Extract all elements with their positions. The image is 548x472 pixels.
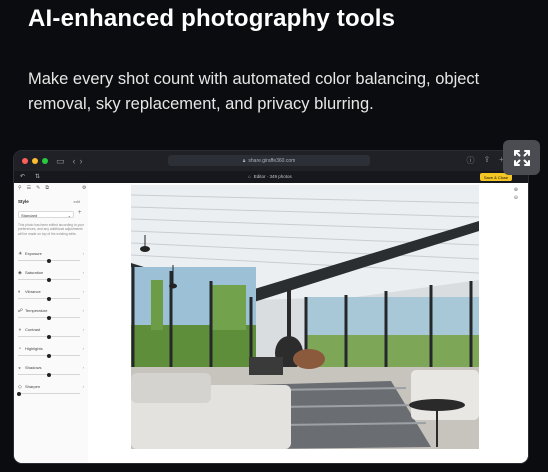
style-edit-link[interactable]: edit xyxy=(74,199,80,204)
highlight-icon: ◔ xyxy=(18,346,22,352)
browser-titlebar: ▭ ‹ › 🔒︎ share.giraffe360.com ⓘ ⇪ + ❐ xyxy=(14,151,528,171)
contrast-icon: ◑ xyxy=(18,327,22,333)
chevron-right-icon[interactable]: › xyxy=(83,270,84,275)
adjustment-row: ☍ Temperature › xyxy=(18,308,84,322)
home-icon: ⌂ xyxy=(248,174,251,179)
interior-photo-illustration xyxy=(131,185,479,449)
app-toolbar: ↶ ⇅ ⌂ Editor · 349 photos Save & Close xyxy=(14,171,528,183)
sliders-tool-icon[interactable]: ☰ xyxy=(27,185,31,191)
redo-icon[interactable]: ⇅ xyxy=(35,173,40,180)
chevron-right-icon[interactable]: › xyxy=(83,365,84,370)
interior-photo[interactable] xyxy=(131,185,479,449)
adjustment-label: Highlights xyxy=(25,346,43,351)
browser-window: ▭ ‹ › 🔒︎ share.giraffe360.com ⓘ ⇪ + ❐ ↶ … xyxy=(14,151,528,463)
adjustment-label: Shadows xyxy=(25,365,42,370)
pointer-tool-icon[interactable]: ⚲ xyxy=(18,185,22,191)
subtitle: Make every shot count with automated col… xyxy=(28,70,480,113)
chevron-right-icon[interactable]: › xyxy=(83,289,84,294)
editor-title: Editor · 349 photos xyxy=(253,174,292,179)
sun-icon: ☀ xyxy=(18,251,23,257)
gear-icon[interactable]: ⚙ xyxy=(82,185,86,191)
back-icon[interactable]: ‹ xyxy=(73,156,76,166)
app-content: ⚲ ☰ ✎ ⧉ ⚙ Style edit Standard ⌄ + This p… xyxy=(14,183,528,463)
copy-tool-icon[interactable]: ⧉ xyxy=(45,185,49,191)
adjustments-sidebar: ⚲ ☰ ✎ ⧉ ⚙ Style edit Standard ⌄ + This p… xyxy=(14,183,89,463)
adjustment-row: ◒ Shadows › xyxy=(18,365,84,379)
forward-icon[interactable]: › xyxy=(80,156,83,166)
chevron-right-icon[interactable]: › xyxy=(83,327,84,332)
photo-canvas: ⊕ ⊖ xyxy=(88,183,528,463)
chevron-right-icon[interactable]: › xyxy=(83,384,84,389)
adjustment-slider-knob[interactable] xyxy=(47,258,51,263)
adjustment-label: Temperature xyxy=(25,308,48,313)
address-bar-url: share.giraffe360.com xyxy=(248,157,296,164)
headline: AI-enhanced photography tools xyxy=(28,5,396,32)
sidebar-toggle-icon[interactable]: ▭ xyxy=(56,156,65,167)
undo-icon[interactable]: ↶ xyxy=(20,173,25,180)
adjustment-slider-knob[interactable] xyxy=(47,296,51,301)
add-preset-icon[interactable]: + xyxy=(78,210,82,216)
adjustment-row: ◇ Sharpen › xyxy=(17,384,84,398)
brush-tool-icon[interactable]: ✎ xyxy=(36,185,40,191)
chevron-down-icon: ⌄ xyxy=(67,212,71,218)
droplet-icon: ◈ xyxy=(18,270,22,276)
adjustment-label: Contrast xyxy=(25,327,41,332)
adjustment-row: ◈ Saturation › xyxy=(18,270,84,284)
chevron-right-icon[interactable]: › xyxy=(83,346,84,351)
adjustment-slider-knob[interactable] xyxy=(47,334,51,339)
adjustment-row: ◑ Contrast › xyxy=(18,327,84,341)
lock-icon: 🔒︎ xyxy=(242,157,246,164)
adjustment-row: ☀ Exposure › xyxy=(18,251,84,265)
adjustment-slider-track[interactable] xyxy=(18,393,80,394)
adjustment-label: Saturation xyxy=(25,270,44,275)
info-icon[interactable]: ⓘ xyxy=(466,155,474,166)
chevron-right-icon[interactable]: › xyxy=(83,308,84,313)
sharpen-icon: ◇ xyxy=(18,384,22,390)
adjustment-slider-knob[interactable] xyxy=(47,372,51,377)
share-icon[interactable]: ⇪ xyxy=(483,155,490,166)
thermometer-icon: ☍ xyxy=(18,308,24,314)
chevron-right-icon[interactable]: › xyxy=(83,251,84,256)
zoom-in-icon[interactable]: ⊕ xyxy=(514,187,518,193)
address-bar[interactable]: 🔒︎ share.giraffe360.com xyxy=(168,155,370,166)
preset-select-value: Standard xyxy=(21,213,38,218)
shadow-icon: ◒ xyxy=(18,365,22,371)
maximize-window-button[interactable] xyxy=(42,158,48,164)
adjustment-row: ◐ Vibrance › xyxy=(18,289,84,303)
style-description: This photo has been edited according to … xyxy=(18,223,84,236)
adjustment-row: ◔ Highlights › xyxy=(18,346,84,360)
expand-icon xyxy=(513,149,530,166)
close-window-button[interactable] xyxy=(22,158,28,164)
adjustment-slider-knob[interactable] xyxy=(47,315,51,320)
adjustment-slider-knob[interactable] xyxy=(47,353,51,358)
adjustment-slider-knob[interactable] xyxy=(47,277,51,282)
fullscreen-expand-button[interactable] xyxy=(503,140,540,175)
palette-icon: ◐ xyxy=(18,289,22,295)
adjustment-label: Exposure xyxy=(25,251,42,256)
adjustment-slider-knob[interactable] xyxy=(17,391,22,396)
adjustment-label: Sharpen xyxy=(25,384,41,389)
adjustment-label: Vibrance xyxy=(25,289,41,294)
zoom-out-icon[interactable]: ⊖ xyxy=(514,195,518,201)
preset-select[interactable]: Standard ⌄ xyxy=(18,211,74,218)
minimize-window-button[interactable] xyxy=(32,158,38,164)
style-section-title: Style xyxy=(18,199,29,204)
